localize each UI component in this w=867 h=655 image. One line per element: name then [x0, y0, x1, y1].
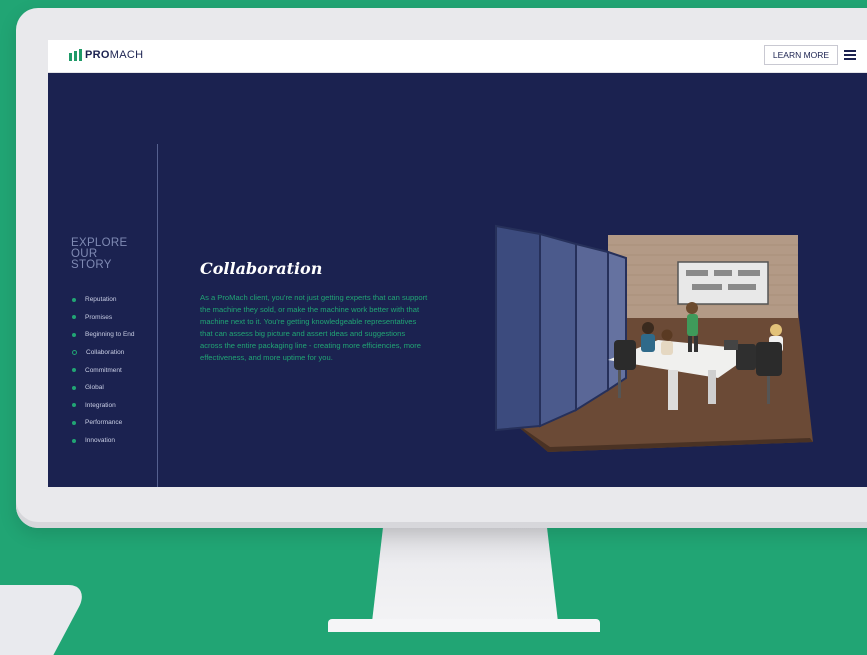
- logo-text-bold: PRO: [85, 49, 110, 61]
- nav-item-beginning-to-end[interactable]: Beginning to End: [72, 326, 135, 344]
- section-title: Collaboration: [200, 259, 323, 278]
- nav-bullet-icon: [72, 368, 76, 373]
- nav-label: Beginning to End: [85, 331, 135, 339]
- nav-item-promises[interactable]: Promises: [72, 309, 135, 327]
- nav-label: Global: [85, 384, 104, 392]
- nav-label: Innovation: [85, 437, 115, 445]
- nav-bullet-icon: [72, 315, 76, 320]
- logo-text-light: MACH: [109, 49, 144, 61]
- nav-bullet-icon: [72, 332, 76, 337]
- logo-mark-icon: [69, 49, 82, 61]
- nav-bullet-icon: [72, 403, 76, 408]
- monitor-stand: [372, 526, 558, 622]
- nav-label: Performance: [85, 419, 123, 427]
- nav-item-integration[interactable]: Integration: [72, 397, 135, 415]
- story-nav: Reputation Promises Beginning to End Col…: [72, 291, 135, 449]
- conference-room-illustration: [495, 224, 813, 452]
- background-shape: [0, 585, 91, 655]
- nav-bullet-icon: [72, 385, 76, 390]
- hamburger-menu-icon[interactable]: [844, 50, 856, 60]
- nav-item-performance[interactable]: Performance: [72, 414, 135, 432]
- nav-label: Collaboration: [86, 349, 125, 357]
- nav-label: Integration: [85, 401, 116, 409]
- learn-more-button[interactable]: LEARN MORE: [764, 45, 838, 65]
- nav-bullet-icon: [72, 438, 76, 443]
- monitor-stand-base: [328, 619, 600, 632]
- nav-item-global[interactable]: Global: [72, 379, 135, 397]
- nav-item-commitment[interactable]: Commitment: [72, 361, 135, 379]
- nav-label: Promises: [85, 313, 113, 321]
- nav-item-reputation[interactable]: Reputation: [72, 291, 135, 309]
- nav-bullet-active-icon: [72, 350, 77, 356]
- explore-line-3: STORY: [71, 259, 112, 271]
- nav-item-innovation[interactable]: Innovation: [72, 432, 135, 450]
- vertical-divider: [157, 144, 158, 487]
- nav-label: Reputation: [85, 296, 117, 304]
- website-screen: PROMACH LEARN MORE EXPLORE OUR STORY Rep…: [48, 40, 867, 487]
- site-header: PROMACH LEARN MORE: [48, 40, 867, 73]
- nav-item-collaboration[interactable]: Collaboration: [72, 344, 135, 362]
- nav-bullet-icon: [72, 420, 76, 425]
- nav-label: Commitment: [85, 366, 122, 374]
- nav-bullet-icon: [72, 297, 76, 302]
- promach-logo[interactable]: PROMACH: [69, 49, 143, 61]
- explore-heading: EXPLORE OUR STORY: [71, 237, 127, 271]
- section-body: As a ProMach client, you're not just get…: [200, 293, 428, 363]
